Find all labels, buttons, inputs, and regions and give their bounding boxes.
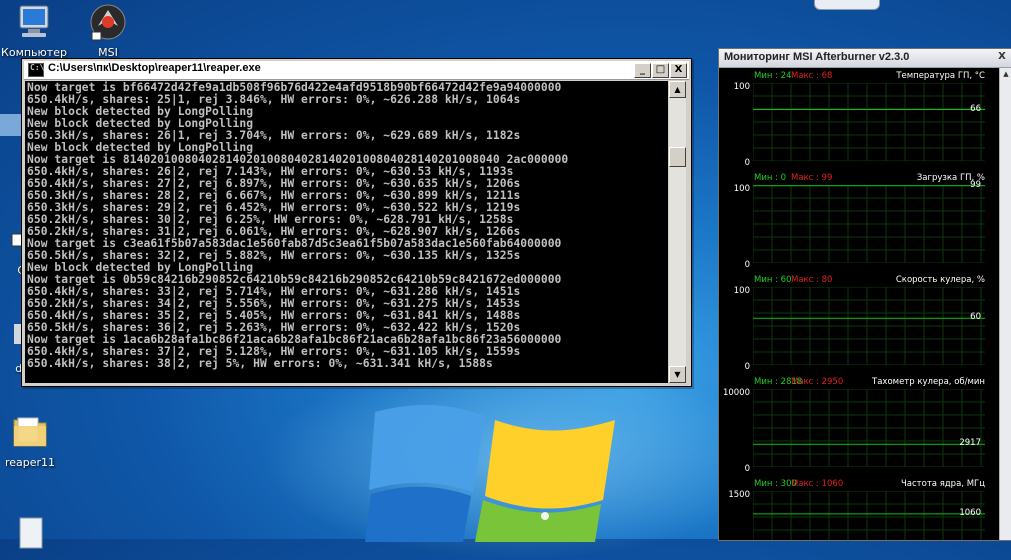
console-line: 650.2kH/s, shares: 34|2, rej 5.556%, HW … <box>27 297 521 310</box>
msi-afterburner-icon <box>90 4 126 41</box>
desktop-icon-reaper11-folder[interactable]: reaper11 <box>0 412 66 469</box>
panel-header: Мин : 24 Макс : 68 Температура ГП, °С <box>719 70 999 83</box>
monitor-panel: Мин : 0 Макс : 99 Загрузка ГП, % 100 0 99 <box>719 172 999 274</box>
console-line: Now target is 81402010080402814020100804… <box>27 153 569 166</box>
console-line: New block detected by LongPolling <box>27 261 254 274</box>
panel-max: Макс : 1060 <box>791 479 844 489</box>
panel-graph <box>753 185 985 263</box>
panel-graph <box>753 83 985 161</box>
panel-ymax: 10000 <box>722 388 750 398</box>
console-line: 650.2kH/s, shares: 30|2, rej 6.25%, HW e… <box>27 213 514 226</box>
console-line: New block detected by LongPolling <box>27 141 254 154</box>
panel-graph <box>753 287 985 365</box>
desktop-icon-msi-afterburner[interactable]: MSI <box>72 2 144 59</box>
console-line: Now target is 1aca6b28afa1bc86f21aca6b28… <box>27 333 562 346</box>
file-icon <box>19 517 43 549</box>
panel-ymin: 0 <box>744 260 750 270</box>
console-line: 650.4kH/s, shares: 38|2, rej 5%, HW erro… <box>27 357 493 370</box>
panel-max: Макс : 80 <box>791 275 833 285</box>
console-line: 650.4kH/s, shares: 33|2, rej 5.714%, HW … <box>27 285 521 298</box>
panel-ymin: 0 <box>744 158 750 168</box>
afterburner-titlebar[interactable]: Мониторинг MSI Afterburner v2.3.0 X <box>719 49 1011 68</box>
console-line: 650.2kH/s, shares: 31|2, rej 6.061%, HW … <box>27 225 521 238</box>
monitor-panel: Мин : 24 Макс : 68 Температура ГП, °С 100 0 6… <box>719 70 999 172</box>
console-scrollbar[interactable]: ▲ ▼ <box>669 81 686 383</box>
console-line: 650.4kH/s, shares: 37|2, rej 5.128%, HW … <box>27 345 521 358</box>
monitor-panel: Мин : 2818 Макс : 2950 Тахометр кулера, об… <box>719 376 999 478</box>
console-line: Now target is 0b59c84216b290852c64210b59… <box>27 273 562 286</box>
afterburner-title: Мониторинг MSI Afterburner v2.3.0 <box>724 51 910 63</box>
desktop-icon-partial-6[interactable] <box>0 512 66 557</box>
taskbar-fragment <box>814 0 880 10</box>
minimize-button[interactable]: _ <box>634 63 651 78</box>
console-line: 650.3kH/s, shares: 28|2, rej 6.667%, HW … <box>27 189 521 202</box>
console-line: New block detected by LongPolling <box>27 117 254 130</box>
console-line: 650.3kH/s, shares: 29|2, rej 6.452%, HW … <box>27 201 521 214</box>
monitor-panel: Мин : 60 Макс : 80 Скорость кулера, % 100 0 6… <box>719 274 999 376</box>
console-titlebar[interactable]: C:\Users\пк\Desktop\reaper11\reaper.exe … <box>24 61 689 80</box>
panel-max: Макс : 68 <box>791 71 833 81</box>
panel-current-value: 99 <box>970 179 981 190</box>
console-line: 650.4kH/s, shares: 35|2, rej 5.405%, HW … <box>27 309 521 322</box>
panel-ymax: 100 <box>733 286 750 296</box>
panel-min: Мин : 0 <box>754 173 787 183</box>
panel-min: Мин : 24 <box>754 71 792 81</box>
panel-current-value: 66 <box>970 103 981 114</box>
scroll-thumb[interactable] <box>669 147 686 167</box>
console-line: 650.4kH/s, shares: 27|2, rej 6.897%, HW … <box>27 177 521 190</box>
panel-header: Мин : 2818 Макс : 2950 Тахометр кулера, об… <box>719 376 999 389</box>
panel-ymin: 0 <box>744 464 750 474</box>
console-line: 650.5kH/s, shares: 36|2, rej 5.263%, HW … <box>27 321 521 334</box>
panel-header: Мин : 60 Макс : 80 Скорость кулера, % <box>719 274 999 287</box>
scroll-up-arrow-icon[interactable]: ▲ <box>1001 70 1011 80</box>
panel-graph <box>753 491 985 540</box>
panel-current-value: 60 <box>970 312 981 323</box>
desktop-icon-label: reaper11 <box>4 456 56 469</box>
panel-name: Температура ГП, °С <box>896 71 985 81</box>
console-title: C:\Users\пк\Desktop\reaper11\reaper.exe <box>48 62 261 74</box>
console-line: 650.4kH/s, shares: 25|1, rej 3.846%, HW … <box>27 93 521 106</box>
panel-header: Мин : 0 Макс : 99 Загрузка ГП, % <box>719 172 999 185</box>
computer-icon <box>19 5 49 37</box>
console-window[interactable]: C:\Users\пк\Desktop\reaper11\reaper.exe … <box>21 58 692 387</box>
panel-graph <box>753 389 985 467</box>
console-line: New block detected by LongPolling <box>27 105 254 118</box>
panel-name: Скорость кулера, % <box>895 275 985 285</box>
afterburner-monitor-window[interactable]: Мониторинг MSI Afterburner v2.3.0 X Мин … <box>718 48 1011 541</box>
scroll-down-arrow-icon[interactable]: ▼ <box>669 366 686 383</box>
console-line: Now target is c3ea61f5b07a583dac1e560fab… <box>27 237 562 250</box>
windows-logo-wallpaper <box>365 404 615 542</box>
console-line: 650.3kH/s, shares: 26|1, rej 3.704%, HW … <box>27 129 521 142</box>
panel-current-value: 2917 <box>959 438 981 449</box>
panel-ymax: 1500 <box>728 490 750 500</box>
maximize-button[interactable]: □ <box>652 63 669 78</box>
desktop-icon-computer[interactable]: Компьютер <box>0 2 70 59</box>
panel-current-value: 1060 <box>959 507 981 518</box>
panel-max: Макс : 2950 <box>791 377 844 387</box>
monitor-panel: Мин : 300 Макс : 1060 Частота ядра, МГц 150… <box>719 478 999 540</box>
folder-icon <box>13 417 47 447</box>
console-line: Now target is bf66472d42fe9a1db508f96b76… <box>27 81 562 94</box>
console-line: 650.5kH/s, shares: 32|2, rej 5.882%, HW … <box>27 249 521 262</box>
panel-name: Тахометр кулера, об/мин <box>872 377 985 387</box>
close-button[interactable]: X <box>670 63 687 78</box>
panel-name: Частота ядра, МГц <box>900 479 985 489</box>
panel-ymax: 100 <box>733 82 750 92</box>
scroll-up-arrow-icon[interactable]: ▲ <box>669 81 686 98</box>
console-line: 650.4kH/s, shares: 26|2, rej 7.143%, HW … <box>27 165 514 178</box>
panel-min: Мин : 60 <box>754 275 792 285</box>
console-icon <box>28 63 44 77</box>
panel-header: Мин : 300 Макс : 1060 Частота ядра, МГц <box>719 478 999 491</box>
afterburner-close-button[interactable]: X <box>995 51 1009 63</box>
afterburner-graphs: Мин : 24 Макс : 68 Температура ГП, °С 100 0 6… <box>719 68 999 540</box>
afterburner-scrollbar[interactable]: ▲ <box>999 68 1011 540</box>
panel-ymin: 0 <box>744 362 750 372</box>
console-output[interactable]: Now target is bf66472d42fe9a1db508f96b76… <box>25 81 668 383</box>
panel-max: Макс : 99 <box>791 173 833 183</box>
panel-ymax: 100 <box>733 184 750 194</box>
